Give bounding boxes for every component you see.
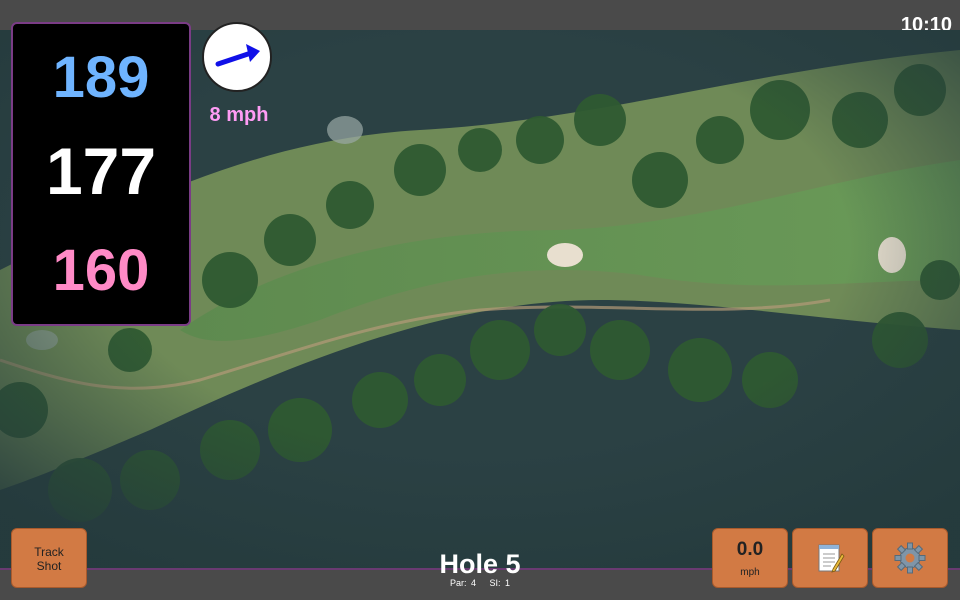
wind-speed: 8 mph — [209, 104, 269, 126]
track-shot-label: Track Shot — [34, 545, 64, 573]
notes-button[interactable] — [792, 528, 868, 588]
track-shot-button[interactable]: Track Shot — [11, 528, 87, 588]
hole-info: Par: 4 SI: 1 — [449, 578, 511, 588]
middle-distance: 177 — [45, 134, 157, 208]
distance-panel: 189 177 160 — [11, 22, 191, 326]
speed-unit: mph — [740, 567, 760, 578]
settings-button[interactable] — [872, 528, 948, 588]
gear-icon — [894, 542, 926, 574]
wind-indicator — [202, 22, 272, 92]
speed-button[interactable]: 0.0 mph — [712, 528, 788, 588]
arrow-icon — [215, 44, 260, 67]
speed-value: 0.0 — [736, 539, 764, 560]
front-distance: 160 — [52, 238, 150, 303]
notepad-icon — [818, 544, 845, 573]
back-distance: 189 — [52, 45, 150, 110]
hole-title: Hole 5 — [439, 549, 521, 579]
